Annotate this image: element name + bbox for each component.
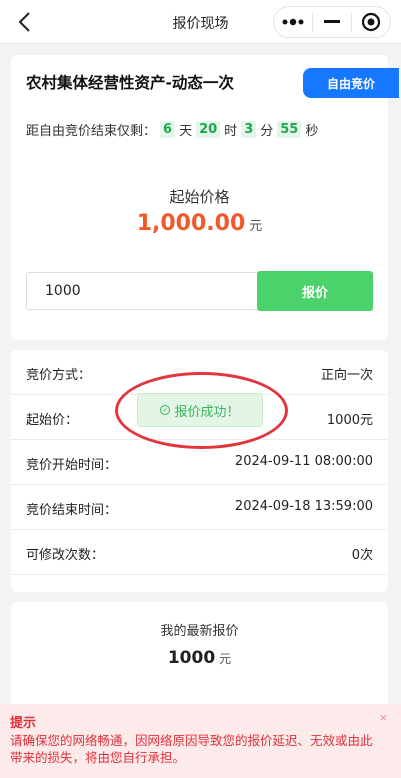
countdown-hours: 20: [196, 121, 221, 138]
countdown-prefix: 距自由竞价结束仅剩：: [26, 124, 157, 139]
detail-label: 竞价结束时间：: [26, 503, 118, 518]
countdown-days: 6: [160, 121, 176, 138]
detail-label: 竞价方式：: [26, 368, 92, 383]
countdown-minutes-unit: 分: [260, 124, 274, 139]
free-bidding-button[interactable]: 自由竞价: [303, 68, 399, 98]
countdown-hours-unit: 时: [224, 124, 238, 139]
minimize-icon[interactable]: [313, 7, 351, 37]
start-price-unit: 元: [249, 219, 263, 234]
latest-bid-value: 1000: [167, 648, 216, 668]
submit-bid-button[interactable]: 报价: [257, 271, 373, 311]
countdown-seconds: 55: [277, 121, 302, 138]
close-icon[interactable]: ×: [379, 711, 388, 724]
detail-value: 1000元: [326, 413, 373, 428]
start-price-label: 起始价格: [169, 188, 230, 206]
countdown: 距自由竞价结束仅剩： 6 天 20 时 3 分 55 秒: [26, 120, 318, 139]
menu-capsule: [273, 6, 391, 38]
bid-card: 农村集体经营性资产-动态一次 自由竞价 距自由竞价结束仅剩： 6 天 20 时 …: [11, 55, 399, 340]
latest-bid-row: 1000 元: [11, 648, 388, 668]
detail-value: 2024-09-11 08:00:00: [234, 454, 373, 469]
close-target-icon[interactable]: [352, 7, 390, 37]
detail-value: 正向一次: [320, 368, 373, 383]
network-notice: 提示 × 请确保您的网络畅通，因网络原因导致您的报价延迟、无效或由此带来的损失，…: [0, 704, 401, 778]
notice-title: 提示: [10, 716, 37, 731]
bid-amount-input[interactable]: [26, 272, 257, 310]
asset-title: 农村集体经营性资产-动态一次: [26, 74, 234, 92]
start-price-row: 1,000.00 元: [11, 211, 388, 236]
detail-label: 可修改次数：: [26, 548, 105, 563]
latest-bid-label: 我的最新报价: [160, 624, 239, 639]
latest-bid-unit: 元: [219, 652, 232, 666]
notice-text: 请确保您的网络畅通，因网络原因导致您的报价延迟、无效或由此带来的损失，将由您自行…: [10, 733, 373, 765]
more-dots-icon[interactable]: [274, 7, 312, 37]
detail-row-modify-count: 可修改次数： 0次: [11, 530, 388, 575]
highlight-circle: [115, 372, 288, 449]
countdown-minutes: 3: [241, 121, 257, 138]
detail-label: 竞价开始时间：: [26, 458, 118, 473]
countdown-seconds-unit: 秒: [305, 124, 319, 139]
detail-value: 0次: [351, 548, 373, 563]
detail-value: 2024-09-18 13:59:00: [234, 499, 373, 514]
countdown-days-unit: 天: [179, 124, 193, 139]
start-price-value: 1,000.00: [136, 211, 246, 236]
nav-bar: 报价现场: [0, 0, 401, 44]
detail-row-end-time: 竞价结束时间： 2024-09-18 13:59:00: [11, 485, 388, 530]
detail-label: 起始价：: [26, 413, 79, 428]
